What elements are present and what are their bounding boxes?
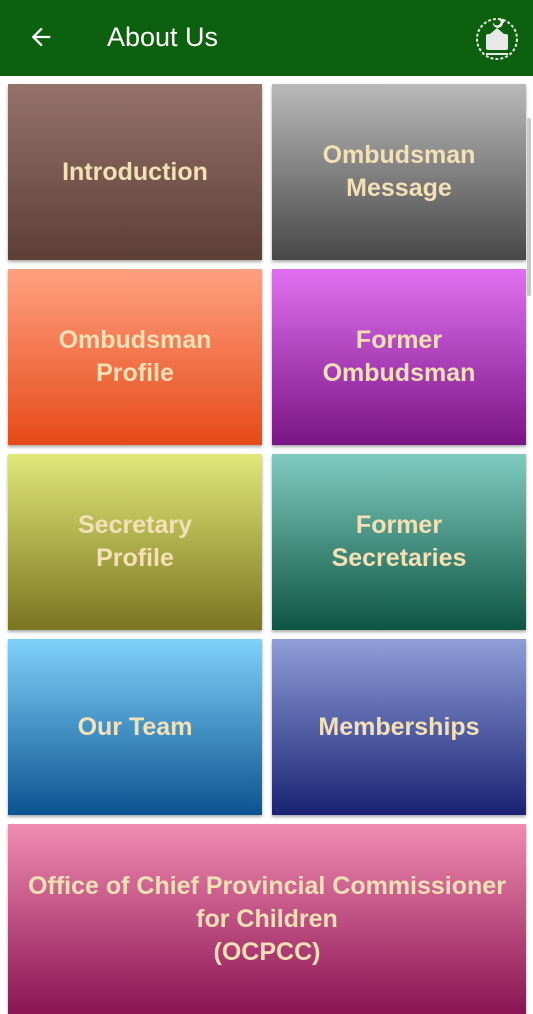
tile-ocpcc[interactable]: Office of Chief Provincial Commissioner f… xyxy=(8,824,526,1014)
scrollbar[interactable] xyxy=(527,118,531,296)
tile-former-ombudsman[interactable]: Former Ombudsman xyxy=(272,269,526,445)
tile-secretary-profile[interactable]: Secretary Profile xyxy=(8,454,262,630)
tile-introduction[interactable]: Introduction xyxy=(8,84,262,260)
tile-ombudsman-profile[interactable]: Ombudsman Profile xyxy=(8,269,262,445)
menu-grid: Introduction Ombudsman Message Ombudsman P… xyxy=(0,76,533,1014)
app-bar: About Us xyxy=(0,0,533,76)
page-title: About Us xyxy=(107,22,219,52)
tile-former-secretaries[interactable]: Former Secretaries xyxy=(272,454,526,630)
tile-memberships[interactable]: Memberships xyxy=(272,639,526,815)
back-button[interactable] xyxy=(24,20,58,54)
government-emblem-icon xyxy=(472,12,522,62)
tile-ombudsman-message[interactable]: Ombudsman Message xyxy=(272,84,526,260)
tile-our-team[interactable]: Our Team xyxy=(8,639,262,815)
arrow-left-icon xyxy=(31,27,51,47)
